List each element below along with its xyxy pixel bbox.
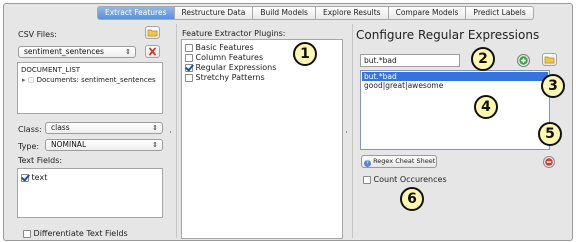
remove-csv-button[interactable] (145, 45, 160, 58)
callout-badge-4: 4 (474, 95, 498, 119)
load-expressions-button[interactable] (542, 53, 557, 66)
document-icon: ▢ (27, 76, 35, 84)
help-icon: ? (364, 160, 371, 167)
csv-file-select[interactable]: sentiment_sentences ⇕ (18, 46, 136, 58)
folder-icon (544, 56, 555, 64)
differentiate-label: Differentiate Text Fields (33, 229, 128, 238)
regex-cheat-sheet-button[interactable]: ? Regex Cheat Sheet (361, 155, 437, 168)
remove-icon (545, 158, 553, 166)
callout-badge-3: 3 (541, 74, 565, 98)
plugin-label: Stretchy Patterns (195, 73, 265, 82)
plugin-label: Regular Expressions (195, 63, 277, 72)
splitter-handle[interactable]: · (345, 128, 348, 138)
plugin-checkbox[interactable] (185, 73, 193, 82)
count-occurrences-label: Count Occurences (373, 175, 447, 184)
document-tree[interactable]: DOCUMENT_LIST ▸ ▢ Documents: sentiment_s… (17, 62, 163, 114)
class-label: Class: (18, 125, 42, 134)
count-occurrences-checkbox[interactable] (363, 175, 371, 184)
callout-badge-1: 1 (293, 42, 317, 66)
plugin-label: Basic Features (195, 43, 254, 52)
tab-build-models[interactable]: Build Models (253, 6, 316, 20)
plugin-column-features[interactable]: Column Features (185, 53, 263, 62)
tab-explore-results[interactable]: Explore Results (315, 6, 389, 20)
text-field-label: text (31, 173, 48, 182)
callout-badge-6: 6 (400, 187, 424, 211)
differentiate-checkbox[interactable] (23, 229, 31, 238)
class-select[interactable]: class ⇕ (45, 122, 163, 134)
open-csv-button[interactable] (145, 26, 160, 39)
updown-arrow-icon: ⇕ (152, 141, 158, 149)
callout-badge-5: 5 (538, 122, 562, 146)
folder-icon (147, 29, 158, 37)
main-tabs: Extract Features Restructure Data Build … (97, 6, 534, 20)
plugin-checkbox[interactable] (185, 63, 193, 72)
plugin-checkbox[interactable] (185, 43, 193, 52)
splitter-handle[interactable]: · (169, 128, 172, 138)
plugins-list[interactable]: Basic Features Column Features Regular E… (181, 39, 343, 239)
plugin-checkbox[interactable] (185, 53, 193, 62)
plugin-basic-features[interactable]: Basic Features (185, 43, 254, 52)
plugin-stretchy-patterns[interactable]: Stretchy Patterns (185, 73, 265, 82)
text-field-checkbox[interactable] (21, 173, 29, 182)
differentiate-option[interactable]: Differentiate Text Fields (23, 229, 128, 238)
text-fields-label: Text Fields: (18, 156, 63, 165)
count-occurrences-option[interactable]: Count Occurences (363, 175, 447, 184)
plugins-label: Feature Extractor Plugins: (182, 29, 286, 38)
csv-file-selected: sentiment_sentences (24, 47, 104, 56)
add-icon (519, 56, 528, 65)
close-icon (149, 47, 156, 56)
tab-compare-models[interactable]: Compare Models (388, 6, 467, 20)
tree-root[interactable]: DOCUMENT_LIST (21, 66, 80, 74)
text-fields-list[interactable]: text (17, 168, 163, 218)
cheat-sheet-label: Regex Cheat Sheet (373, 157, 436, 165)
expand-arrow-icon[interactable]: ▸ (22, 76, 26, 84)
csv-files-label: CSV Files: (18, 30, 57, 39)
text-field-item[interactable]: text (21, 173, 47, 182)
type-select[interactable]: NOMINAL ⇕ (45, 139, 163, 151)
callout-badge-2: 2 (471, 47, 495, 71)
updown-arrow-icon: ⇕ (152, 124, 158, 132)
app-window: Extract Features Restructure Data Build … (3, 3, 573, 241)
type-label: Type: (18, 142, 40, 151)
updown-arrow-icon: ⇕ (125, 48, 131, 56)
remove-expression-button[interactable] (543, 156, 555, 168)
expression-list[interactable]: but.*bad good|great|awesome (360, 70, 550, 150)
regex-input[interactable]: but.*bad (360, 54, 460, 67)
plugin-regular-expressions[interactable]: Regular Expressions (185, 63, 276, 72)
tree-node[interactable]: ▸ ▢ Documents: sentiment_sentences (22, 76, 156, 84)
tab-restructure-data[interactable]: Restructure Data (174, 6, 254, 20)
tree-child-label: Documents: sentiment_sentences (36, 76, 156, 84)
left-divider (176, 24, 177, 238)
expression-item-selected[interactable]: but.*bad (362, 72, 548, 81)
add-expression-button[interactable] (517, 54, 530, 67)
plugin-label: Column Features (195, 53, 264, 62)
class-selected: class (51, 123, 70, 132)
page-title: Configure Regular Expressions (356, 28, 540, 42)
expression-item[interactable]: good|great|awesome (364, 81, 443, 90)
middle-divider (352, 24, 353, 238)
type-selected: NOMINAL (51, 140, 87, 149)
tab-extract-features[interactable]: Extract Features (97, 6, 175, 20)
tab-predict-labels[interactable]: Predict Labels (466, 6, 534, 20)
